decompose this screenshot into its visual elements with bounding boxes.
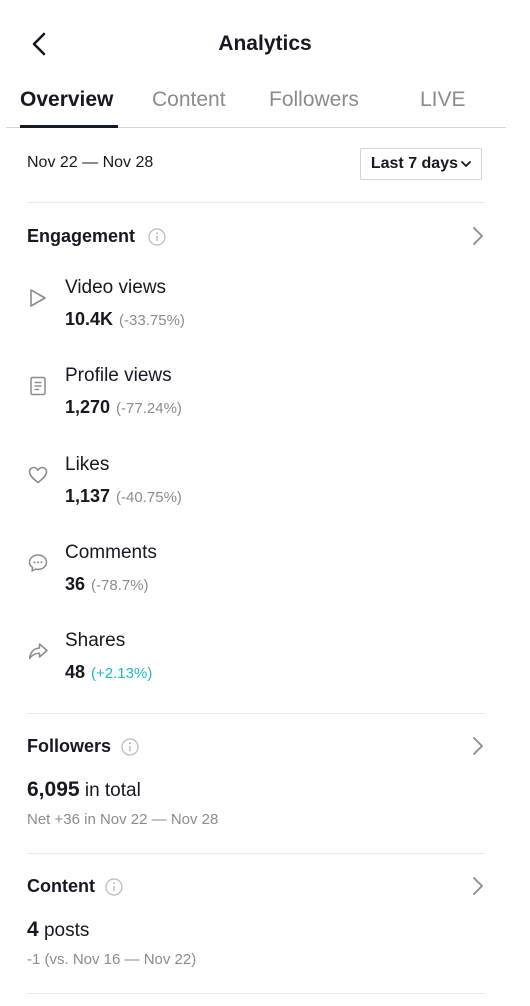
divider xyxy=(27,202,485,203)
metric-likes: Likes 1,137 (-40.75%) xyxy=(27,454,427,514)
chevron-down-icon xyxy=(461,161,471,167)
tab-overview[interactable]: Overview xyxy=(20,88,113,112)
divider xyxy=(27,993,485,994)
metric-change: (+2.13%) xyxy=(91,665,153,682)
followers-total-value: 6,095 xyxy=(27,778,80,801)
info-icon[interactable] xyxy=(121,738,139,756)
metric-video-views: Video views 10.4K (-33.75%) xyxy=(27,277,427,337)
profile-doc-icon xyxy=(30,376,46,396)
tab-bar: Overview Content Followers LIVE xyxy=(6,84,506,128)
date-range-label: Nov 22 — Nov 28 xyxy=(27,154,154,171)
heart-icon xyxy=(28,466,48,484)
content-comparison: -1 (vs. Nov 16 — Nov 22) xyxy=(27,951,197,968)
period-dropdown[interactable]: Last 7 days xyxy=(359,148,482,180)
metric-label: Video views xyxy=(65,277,167,298)
play-icon xyxy=(30,289,46,307)
metric-label: Comments xyxy=(65,542,157,563)
tab-followers[interactable]: Followers xyxy=(269,88,359,112)
metric-label: Shares xyxy=(65,630,126,651)
metric-change: (-40.75%) xyxy=(116,489,182,506)
divider xyxy=(27,853,485,854)
metric-value: 10.4K xyxy=(65,309,114,329)
content-posts: 4 posts xyxy=(27,918,89,942)
section-title-followers: Followers xyxy=(27,736,112,756)
content-posts-suffix: posts xyxy=(38,920,90,941)
metric-value: 1,137 xyxy=(65,486,111,506)
chevron-right-icon[interactable] xyxy=(471,224,485,248)
section-title-engagement: Engagement xyxy=(27,226,136,246)
metric-label: Profile views xyxy=(65,365,172,386)
metric-value-row: 10.4K (-33.75%) xyxy=(65,309,185,330)
tab-content[interactable]: Content xyxy=(152,88,226,112)
metric-value-row: 48 (+2.13%) xyxy=(65,662,152,683)
app-header: Analytics xyxy=(0,0,530,88)
metric-value: 1,270 xyxy=(65,397,111,417)
chevron-right-icon[interactable] xyxy=(471,874,485,898)
divider xyxy=(27,713,485,714)
info-icon[interactable] xyxy=(105,878,123,896)
share-icon xyxy=(28,643,48,660)
comment-icon xyxy=(28,554,48,572)
metric-value-row: 1,270 (-77.24%) xyxy=(65,397,182,418)
followers-section-header[interactable]: Followers xyxy=(27,734,485,762)
metric-value: 36 xyxy=(65,574,86,594)
period-dropdown-label: Last 7 days xyxy=(370,155,458,172)
active-tab-indicator xyxy=(20,125,118,128)
engagement-section-header[interactable]: Engagement xyxy=(27,224,485,252)
metric-value: 48 xyxy=(65,662,86,682)
followers-net: Net +36 in Nov 22 — Nov 28 xyxy=(27,811,219,828)
followers-total-suffix: in total xyxy=(79,780,141,801)
metric-label: Likes xyxy=(65,454,110,475)
metric-comments: Comments 36 (-78.7%) xyxy=(27,542,427,602)
page-title: Analytics xyxy=(218,32,312,55)
date-filter-row: Nov 22 — Nov 28 Last 7 days xyxy=(27,148,482,182)
metric-shares: Shares 48 (+2.13%) xyxy=(27,630,427,690)
content-posts-value: 4 xyxy=(27,918,39,941)
content-section-header[interactable]: Content xyxy=(27,874,485,902)
metric-value-row: 1,137 (-40.75%) xyxy=(65,486,182,507)
metric-value-row: 36 (-78.7%) xyxy=(65,574,149,595)
info-icon[interactable] xyxy=(148,228,166,246)
section-title-content: Content xyxy=(27,876,95,896)
metric-change: (-33.75%) xyxy=(119,312,185,329)
metric-change: (-77.24%) xyxy=(116,400,182,417)
metric-change: (-78.7%) xyxy=(91,577,149,594)
chevron-right-icon[interactable] xyxy=(471,734,485,758)
tab-live[interactable]: LIVE xyxy=(420,88,466,112)
followers-total: 6,095 in total xyxy=(27,778,141,802)
metric-profile-views: Profile views 1,270 (-77.24%) xyxy=(27,365,427,425)
